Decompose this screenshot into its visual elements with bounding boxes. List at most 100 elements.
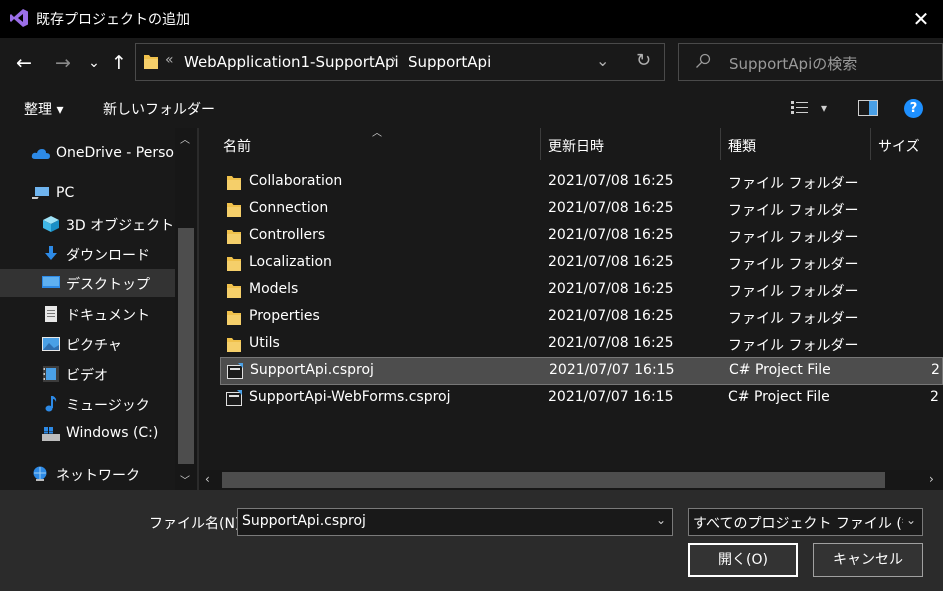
file-name: Models [249, 281, 299, 297]
column-header-date[interactable]: 更新日時 [548, 136, 604, 156]
file-row[interactable]: Controllers 2021/07/08 16:25 ファイル フォルダー [220, 223, 943, 250]
sidebar-item-label: ミュージック [66, 398, 150, 414]
scroll-left-icon[interactable]: ‹ [205, 472, 210, 486]
file-date: 2021/07/08 16:25 [548, 173, 674, 189]
column-separator[interactable] [870, 128, 871, 160]
file-date: 2021/07/08 16:25 [548, 227, 674, 243]
file-date: 2021/07/08 16:25 [548, 281, 674, 297]
horizontal-scroll-thumb[interactable] [222, 472, 885, 488]
sidebar-scroll-thumb[interactable] [178, 228, 194, 464]
filename-dropdown-icon[interactable]: ⌄ [656, 513, 666, 527]
file-row-selected[interactable]: SupportApi.csproj 2021/07/07 16:15 C# Pr… [220, 357, 943, 385]
picture-icon [42, 337, 60, 351]
filename-input[interactable]: SupportApi.csproj [242, 513, 366, 529]
file-type: C# Project File [728, 389, 830, 405]
file-row[interactable]: Models 2021/07/08 16:25 ファイル フォルダー [220, 277, 943, 304]
project-file-icon [226, 390, 242, 406]
forward-arrow-icon[interactable]: → [52, 52, 74, 74]
drive-icon [42, 427, 60, 441]
new-folder-button[interactable]: 新しいフォルダー [103, 99, 215, 119]
music-icon [45, 396, 57, 412]
column-header-name[interactable]: 名前 [223, 136, 251, 156]
sidebar-item-desktop[interactable]: デスクトップ [0, 269, 175, 297]
computer-icon [32, 187, 49, 199]
desktop-icon [42, 276, 60, 288]
file-name: Localization [249, 254, 332, 270]
file-type-filter-value: すべてのプロジェクト ファイル (*.csproj [693, 516, 903, 532]
open-button[interactable]: 開く(O) [688, 543, 798, 577]
file-name: Controllers [249, 227, 326, 243]
file-date: 2021/07/07 16:15 [549, 362, 675, 378]
search-icon [696, 53, 711, 68]
file-name: SupportApi.csproj [250, 362, 374, 378]
sidebar-item-label: ピクチャ [66, 338, 122, 354]
pane-divider[interactable] [197, 128, 199, 490]
help-icon[interactable]: ? [904, 99, 923, 118]
file-row[interactable]: Utils 2021/07/08 16:25 ファイル フォルダー [220, 331, 943, 358]
sidebar-item-downloads[interactable]: ダウンロード [0, 240, 175, 268]
preview-pane-icon[interactable] [858, 100, 878, 116]
file-size: 2 [931, 362, 940, 378]
folder-icon [227, 176, 241, 190]
refresh-icon[interactable]: ↻ [636, 50, 651, 71]
folder-icon [227, 338, 241, 352]
file-type: ファイル フォルダー [728, 311, 859, 327]
file-type: ファイル フォルダー [728, 338, 859, 354]
scroll-right-icon[interactable]: › [929, 472, 934, 486]
back-arrow-icon[interactable]: ← [13, 52, 35, 74]
file-name: Utils [249, 335, 280, 351]
sidebar-item-3d-objects[interactable]: 3D オブジェクト [0, 210, 175, 238]
sidebar-item-music[interactable]: ミュージック [0, 390, 175, 418]
filter-dropdown-icon[interactable]: ⌄ [906, 513, 916, 527]
video-icon [43, 366, 59, 382]
column-header-size[interactable]: サイズ [878, 136, 920, 156]
cancel-button[interactable]: キャンセル [813, 543, 923, 577]
sidebar-item-videos[interactable]: ビデオ [0, 360, 175, 388]
file-row[interactable]: Localization 2021/07/08 16:25 ファイル フォルダー [220, 250, 943, 277]
column-separator[interactable] [720, 128, 721, 160]
sidebar-item-label: ダウンロード [66, 248, 150, 264]
sidebar-item-documents[interactable]: ドキュメント [0, 300, 175, 328]
column-separator[interactable] [540, 128, 541, 160]
organize-button[interactable]: 整理 ▾ [24, 99, 63, 119]
sidebar-item-label: ビデオ [66, 368, 108, 384]
file-row[interactable]: SupportApi-WebForms.csproj 2021/07/07 16… [220, 385, 943, 412]
breadcrumb-webapplication1-supportapi[interactable]: WebApplication1-SupportApi [184, 53, 399, 71]
network-icon [33, 466, 47, 481]
filename-label: ファイル名(N): [149, 516, 246, 532]
folder-icon [227, 311, 241, 325]
scroll-up-icon[interactable]: ︿ [180, 131, 190, 146]
sidebar-item-network[interactable]: ネットワーク [0, 460, 175, 488]
download-icon [45, 246, 57, 260]
file-row[interactable]: Collaboration 2021/07/08 16:25 ファイル フォルダ… [220, 169, 943, 196]
sidebar-item-pc[interactable]: PC [0, 180, 175, 208]
recent-locations-chevron-icon[interactable]: ⌄ [83, 52, 105, 74]
folder-icon [144, 55, 158, 69]
view-dropdown-icon[interactable]: ▾ [821, 101, 827, 115]
sidebar-item-pictures[interactable]: ピクチャ [0, 330, 175, 358]
up-arrow-icon[interactable]: ↑ [108, 52, 130, 74]
close-icon[interactable]: ✕ [908, 6, 934, 32]
scroll-down-icon[interactable]: ﹀ [180, 472, 190, 487]
cloud-icon [31, 149, 50, 159]
file-type: ファイル フォルダー [728, 176, 859, 192]
search-placeholder: SupportApiの検索 [729, 55, 858, 73]
sidebar-item-onedrive[interactable]: OneDrive - Person [0, 140, 183, 168]
sidebar-item-label: PC [56, 185, 75, 201]
view-options-icon[interactable] [791, 100, 809, 116]
window-title: 既存プロジェクトの追加 [36, 12, 190, 28]
file-type: C# Project File [729, 362, 831, 378]
file-name: SupportApi-WebForms.csproj [249, 389, 451, 405]
file-row[interactable]: Properties 2021/07/08 16:25 ファイル フォルダー [220, 304, 943, 331]
breadcrumb-supportapi[interactable]: SupportApi [408, 53, 491, 71]
file-name: Collaboration [249, 173, 343, 189]
sidebar-item-windows-c[interactable]: Windows (C:) [0, 420, 175, 448]
file-date: 2021/07/08 16:25 [548, 335, 674, 351]
sort-ascending-icon: ︿ [372, 128, 382, 139]
file-row[interactable]: Connection 2021/07/08 16:25 ファイル フォルダー [220, 196, 943, 223]
sidebar-item-label: ドキュメント [66, 308, 150, 324]
visual-studio-logo-icon [10, 9, 28, 27]
column-header-type[interactable]: 種類 [728, 136, 756, 156]
address-overflow-icon[interactable]: « [165, 52, 174, 68]
address-dropdown-icon[interactable]: ⌄ [596, 51, 609, 70]
